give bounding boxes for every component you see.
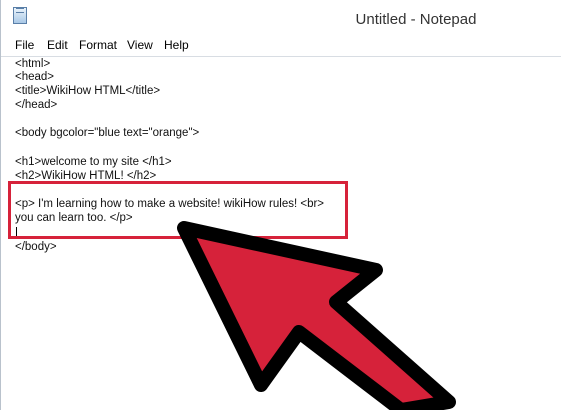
code-line: <html> — [15, 58, 51, 70]
title-bar[interactable]: Untitled - Notepad — [1, 0, 561, 36]
menu-view[interactable]: View — [127, 38, 153, 52]
menu-edit[interactable]: Edit — [47, 38, 68, 52]
highlight-box — [8, 181, 348, 239]
code-line: </body> — [15, 241, 57, 253]
code-line: <head> — [15, 71, 55, 83]
notepad-icon[interactable] — [13, 7, 27, 24]
menu-format[interactable]: Format — [79, 38, 117, 52]
notepad-window: Untitled - Notepad File Edit Format View… — [0, 0, 561, 410]
menu-help[interactable]: Help — [164, 38, 189, 52]
code-line: <body bgcolor="blue text="orange"> — [15, 127, 200, 139]
code-line: <h1>welcome to my site </h1> — [15, 156, 172, 168]
menu-bar: File Edit Format View Help — [1, 36, 561, 57]
code-line: </head> — [15, 99, 58, 111]
menu-file[interactable]: File — [15, 38, 34, 52]
code-line: <title>WikiHow HTML</title> — [15, 85, 161, 97]
window-title: Untitled - Notepad — [355, 11, 477, 28]
